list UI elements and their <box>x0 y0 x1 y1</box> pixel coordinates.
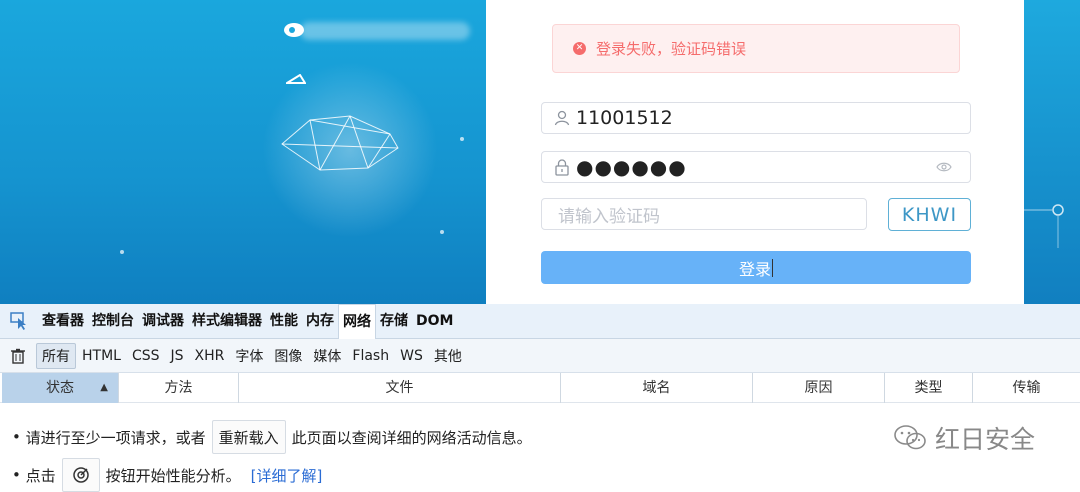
filter-html[interactable]: HTML <box>77 346 126 366</box>
network-column-headers: 状态 ▲ 方法 文件 域名 原因 类型 传输 <box>0 373 1080 403</box>
column-method[interactable]: 方法 <box>118 373 238 403</box>
filter-xhr[interactable]: XHR <box>190 346 230 366</box>
watermark: 红日安全 <box>893 420 1035 456</box>
lock-icon <box>555 158 569 176</box>
filter-fonts[interactable]: 字体 <box>230 344 268 368</box>
bullet: • <box>12 428 26 446</box>
username-input[interactable]: 11001512 <box>541 102 971 134</box>
stopwatch-icon <box>72 467 89 483</box>
notice-line-performance: • 点击 按钮开始性能分析。 [详细了解] <box>12 458 322 492</box>
column-status[interactable]: 状态 ▲ <box>2 373 118 403</box>
column-type[interactable]: 类型 <box>884 373 972 403</box>
notice-text: 此页面以查阅详细的网络活动信息。 <box>291 428 532 447</box>
element-picker-button[interactable] <box>0 311 38 331</box>
filter-other[interactable]: 其他 <box>429 344 467 368</box>
web-page-viewport: ✕ 登录失败，验证码错误 11001512 ●●●●●● 请输入验证码 KHWI… <box>0 0 1080 304</box>
notice-text: 点击 <box>25 466 56 485</box>
filter-media[interactable]: 媒体 <box>308 344 346 368</box>
captcha-placeholder: 请输入验证码 <box>558 206 660 227</box>
tab-style-editor[interactable]: 样式编辑器 <box>188 304 266 338</box>
wechat-icon <box>894 425 926 450</box>
notice-line-reload: • 请进行至少一项请求，或者 重新载入 此页面以查阅详细的网络活动信息。 <box>12 420 532 454</box>
user-icon <box>554 110 570 126</box>
sort-ascending-icon: ▲ <box>100 382 108 393</box>
error-icon: ✕ <box>573 42 586 55</box>
tab-console[interactable]: 控制台 <box>88 304 138 338</box>
login-button[interactable]: 登录 <box>541 251 971 284</box>
watermark-text: 红日安全 <box>935 425 1036 454</box>
performance-analysis-button[interactable] <box>61 458 100 492</box>
column-cause[interactable]: 原因 <box>752 373 884 403</box>
learn-more-link[interactable]: [详细了解] <box>251 465 323 486</box>
notice-text: 请进行至少一项请求，或者 <box>25 428 206 447</box>
error-message: 登录失败，验证码错误 <box>596 40 747 58</box>
bullet: • <box>12 466 26 484</box>
username-value: 11001512 <box>576 107 673 129</box>
tab-dom[interactable]: DOM <box>412 304 457 338</box>
devtools-panel: 查看器 控制台 调试器 样式编辑器 性能 内存 网络 存储 DOM 所有 HTM… <box>0 303 1080 492</box>
filter-ws[interactable]: WS <box>395 346 428 366</box>
text-cursor <box>772 258 773 277</box>
tab-debugger[interactable]: 调试器 <box>138 304 188 338</box>
captcha-image[interactable]: KHWI <box>888 198 971 231</box>
reload-button[interactable]: 重新载入 <box>211 420 286 454</box>
element-picker-icon <box>10 312 26 330</box>
filter-flash[interactable]: Flash <box>347 346 394 366</box>
notice-text: 按钮开始性能分析。 <box>105 466 241 485</box>
tab-storage[interactable]: 存储 <box>376 304 412 338</box>
logo-icon <box>284 23 304 37</box>
captcha-code: KHWI <box>901 203 958 226</box>
login-card: ✕ 登录失败，验证码错误 11001512 ●●●●●● 请输入验证码 KHWI… <box>486 0 1024 304</box>
filter-images[interactable]: 图像 <box>269 344 307 368</box>
column-transferred[interactable]: 传输 <box>972 373 1080 403</box>
filter-js[interactable]: JS <box>166 346 189 366</box>
trash-icon[interactable] <box>10 348 26 364</box>
crystal-decoration-icon <box>281 115 399 171</box>
error-alert: ✕ 登录失败，验证码错误 <box>552 24 960 73</box>
tab-inspector[interactable]: 查看器 <box>38 304 88 338</box>
password-mask: ●●●●●● <box>576 155 687 179</box>
triangle-decoration-icon <box>286 74 306 84</box>
filter-css[interactable]: CSS <box>127 346 165 366</box>
tab-performance[interactable]: 性能 <box>266 304 302 338</box>
tab-memory[interactable]: 内存 <box>302 304 338 338</box>
column-status-label: 状态 <box>46 380 74 396</box>
password-input[interactable]: ●●●●●● <box>541 151 971 183</box>
circuit-decoration-icon <box>1024 204 1064 248</box>
captcha-input[interactable]: 请输入验证码 <box>541 198 867 230</box>
column-file[interactable]: 文件 <box>238 373 560 403</box>
devtools-tab-bar: 查看器 控制台 调试器 样式编辑器 性能 内存 网络 存储 DOM <box>0 303 1080 339</box>
show-password-icon[interactable] <box>936 161 952 173</box>
right-background-edge <box>1024 0 1080 304</box>
login-button-label: 登录 <box>738 259 771 279</box>
tab-network[interactable]: 网络 <box>338 303 376 339</box>
filter-all[interactable]: 所有 <box>36 342 76 369</box>
column-domain[interactable]: 域名 <box>560 373 752 403</box>
network-filter-bar: 所有 HTML CSS JS XHR 字体 图像 媒体 Flash WS 其他 <box>0 339 1080 373</box>
blurred-logo-text <box>300 22 470 40</box>
